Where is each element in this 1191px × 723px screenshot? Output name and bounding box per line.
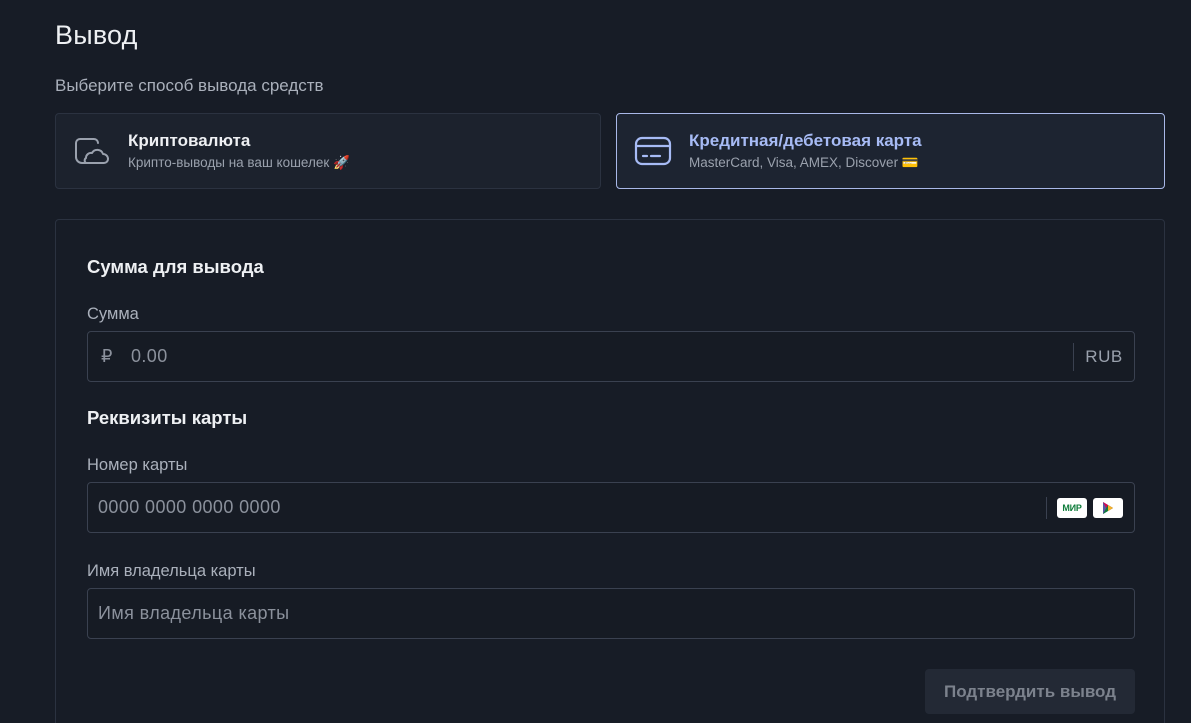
credit-card-icon — [633, 131, 673, 171]
sbp-logo-icon — [1093, 497, 1123, 518]
page-title: Вывод — [55, 20, 138, 50]
holder-label: Имя владельца карты — [87, 562, 256, 580]
method-subtitle: Крипто-выводы на ваш кошелек 🚀 — [128, 155, 350, 170]
method-title: Кредитная/дебетовая карта — [689, 131, 922, 150]
wallet-cloud-icon — [72, 131, 112, 171]
amount-field: ₽ RUB — [87, 331, 1135, 382]
amount-label: Сумма — [87, 305, 139, 323]
card-holder-input[interactable] — [88, 589, 1134, 638]
confirm-withdraw-button[interactable]: Подтвердить вывод — [925, 669, 1135, 714]
card-number-field: МИР — [87, 482, 1135, 533]
page-subtitle: Выберите способ вывода средств — [55, 76, 324, 95]
card-section-title: Реквизиты карты — [87, 407, 248, 428]
ruble-icon: ₽ — [101, 346, 113, 366]
method-option-card[interactable]: Кредитная/дебетовая карта MasterCard, Vi… — [616, 113, 1165, 189]
holder-field — [87, 588, 1135, 639]
method-option-crypto[interactable]: Криптовалюта Крипто-выводы на ваш кошеле… — [55, 113, 601, 189]
mir-logo-icon: МИР — [1057, 497, 1087, 518]
method-subtitle: MasterCard, Visa, AMEX, Discover 💳 — [689, 155, 919, 170]
card-network-badges: МИР — [1047, 483, 1134, 532]
card-number-input[interactable] — [88, 483, 1046, 532]
amount-section-title: Сумма для вывода — [87, 256, 264, 277]
withdraw-form-panel: Сумма для вывода Сумма ₽ RUB Реквизиты к… — [55, 219, 1165, 723]
card-number-label: Номер карты — [87, 456, 188, 474]
withdraw-page: Вывод Выберите способ вывода средств Кри… — [0, 0, 1191, 723]
currency-suffix: RUB — [1085, 346, 1123, 366]
amount-input[interactable] — [131, 332, 1073, 381]
method-title: Криптовалюта — [128, 131, 251, 150]
